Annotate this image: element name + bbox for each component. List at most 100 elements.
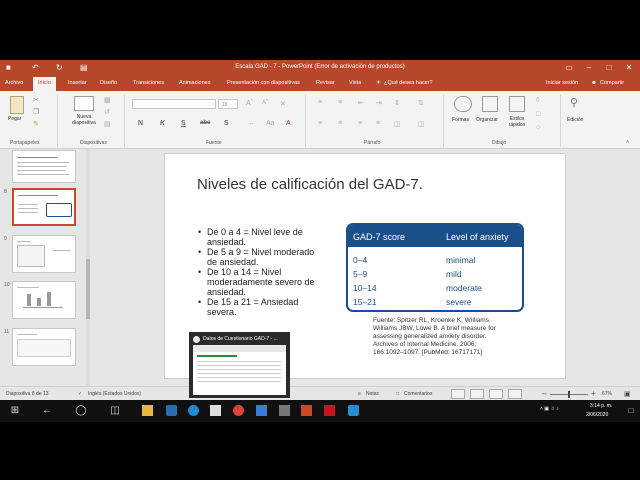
slide-thumbnail[interactable] [12, 328, 76, 366]
grow-font-icon[interactable]: Aˆ [246, 100, 253, 107]
font-size-input[interactable]: 18 [218, 99, 238, 109]
clock-time[interactable]: 3:14 p. m. [590, 403, 612, 409]
find-icon[interactable]: ⚲ [570, 96, 578, 109]
shapes-icon[interactable] [454, 96, 472, 112]
tray-icons[interactable]: ˄ ▣ ☃ ♪ [540, 406, 559, 412]
underline-button[interactable]: S [181, 120, 186, 127]
slide-title[interactable]: Niveles de calificación del GAD-7. [197, 176, 423, 193]
paste-icon[interactable] [10, 96, 24, 114]
indent-more-icon[interactable]: ⇥ [376, 99, 382, 107]
spellcheck-icon[interactable]: ✓ [78, 391, 82, 397]
printer-icon[interactable] [279, 405, 290, 416]
notifications-icon[interactable]: □ [624, 404, 638, 418]
gad7-score-table[interactable]: GAD-7 score Level of anxiety 0–4 minimal… [346, 223, 524, 312]
mail-icon[interactable] [166, 405, 177, 416]
signin-link[interactable]: Iniciar sesión [546, 80, 578, 86]
notes-button[interactable]: Notas [366, 391, 379, 397]
columns-icon[interactable]: ◫ [394, 120, 401, 128]
collapse-ribbon-icon[interactable]: ˄ [626, 140, 630, 146]
zoom-in-icon[interactable]: + [591, 389, 596, 398]
file-explorer-icon[interactable] [142, 405, 153, 416]
taskbar-preview-popup[interactable]: Datos de Cuestionario GAD-7 - ... [189, 332, 290, 398]
justify-icon[interactable]: ≡ [376, 120, 380, 127]
slide-thumbnail-selected[interactable] [12, 188, 76, 226]
slide-thumbnail[interactable] [12, 150, 76, 183]
line-spacing-icon[interactable]: ⇕ [394, 99, 400, 107]
clock-date[interactable]: 2/06/2020 [586, 412, 608, 418]
quick-styles-icon[interactable] [509, 96, 525, 112]
minimize-icon[interactable]: – [583, 62, 595, 74]
back-arrow-icon[interactable]: ← [40, 404, 54, 418]
shadow-button[interactable]: S [224, 120, 229, 127]
close-icon[interactable]: ✕ [623, 62, 635, 74]
bold-button[interactable]: N [138, 120, 143, 127]
outline-icon[interactable]: □ [536, 111, 540, 118]
restore-icon[interactable]: ▭ [563, 62, 575, 74]
window-preview[interactable] [193, 345, 286, 395]
new-slide-icon[interactable] [74, 96, 94, 111]
edit-button[interactable]: Edición [567, 117, 583, 123]
comments-button[interactable]: Comentarios [404, 391, 432, 397]
reading-view-button[interactable] [489, 389, 503, 399]
paste-label[interactable]: Pegar [8, 116, 21, 122]
italic-button[interactable]: K [160, 120, 165, 127]
tab-vista[interactable]: Vista [349, 80, 361, 86]
search-icon[interactable]: ◯ [74, 404, 88, 418]
char-spacing-icon[interactable]: ↔ [248, 120, 255, 127]
shapes-button[interactable]: Formas [452, 117, 469, 123]
pdf-icon[interactable] [324, 405, 335, 416]
format-painter-icon[interactable]: ✎ [33, 120, 39, 128]
effects-icon[interactable]: ○ [536, 124, 540, 131]
align-left-icon[interactable]: ≡ [318, 120, 322, 127]
fit-slide-icon[interactable]: ▣ [624, 390, 631, 398]
zoom-slider-handle[interactable] [568, 391, 570, 398]
tab-diseno[interactable]: Diseño [100, 80, 117, 86]
numbering-icon[interactable]: ≡ [338, 99, 342, 106]
camera-icon[interactable] [348, 405, 359, 416]
tab-inicio[interactable]: Inicio [33, 77, 56, 91]
tab-animaciones[interactable]: Animaciones [179, 80, 211, 86]
maximize-icon[interactable]: □ [603, 62, 615, 74]
quick-styles-button[interactable]: Estilos rápidos [503, 116, 531, 128]
powerpoint-taskbar-icon[interactable] [301, 405, 312, 416]
change-case-icon[interactable]: Aa [266, 120, 275, 127]
chrome-taskbar-icon[interactable] [233, 405, 244, 416]
clear-format-icon[interactable]: ✕ [280, 100, 286, 108]
tab-presentacion[interactable]: Presentación con diapositivas [227, 80, 300, 86]
slideshow-view-button[interactable] [508, 389, 522, 399]
tab-transiciones[interactable]: Transiciones [133, 80, 164, 86]
align-center-icon[interactable]: ≡ [338, 120, 342, 127]
zoom-out-icon[interactable]: – [542, 389, 546, 398]
reset-icon[interactable]: ↺ [104, 108, 110, 116]
shrink-font-icon[interactable]: Aˇ [262, 100, 268, 106]
task-view-icon[interactable]: ◫ [108, 404, 122, 418]
section-icon[interactable]: ▤ [104, 120, 111, 128]
copy-icon[interactable]: ❐ [33, 108, 39, 116]
slide-thumbnail[interactable] [12, 281, 76, 319]
arrange-button[interactable]: Organizar [476, 117, 498, 123]
edge-icon[interactable] [188, 405, 199, 416]
app-icon[interactable] [256, 405, 267, 416]
tab-archivo[interactable]: Archivo [5, 80, 23, 86]
layout-icon[interactable]: ▦ [104, 96, 111, 104]
language-indicator[interactable]: Inglés (Estados Unidos) [88, 391, 141, 397]
sorter-view-button[interactable] [470, 389, 484, 399]
windows-start-icon[interactable]: ⊞ [8, 404, 22, 418]
fill-icon[interactable]: ◊ [536, 97, 539, 104]
tab-insertar[interactable]: Insertar [68, 80, 87, 86]
source-citation[interactable]: Fuente: Spitzer RL, Kroenke K, Williams … [373, 317, 501, 357]
cut-icon[interactable]: ✂ [33, 96, 39, 104]
smartart-icon[interactable]: ◫ [418, 120, 425, 128]
align-right-icon[interactable]: ≡ [358, 120, 362, 127]
slide-thumbnail[interactable] [12, 235, 76, 273]
text-direction-icon[interactable]: ⇅ [418, 99, 424, 107]
arrange-icon[interactable] [482, 96, 498, 112]
share-button[interactable]: Compartir [600, 80, 624, 86]
indent-less-icon[interactable]: ⇤ [358, 99, 364, 107]
normal-view-button[interactable] [451, 389, 465, 399]
font-name-input[interactable] [132, 99, 216, 109]
zoom-level[interactable]: 67% [602, 391, 612, 397]
store-icon[interactable] [210, 405, 221, 416]
font-color-icon[interactable]: A [286, 120, 291, 127]
bullets-icon[interactable]: ≡ [318, 99, 322, 106]
